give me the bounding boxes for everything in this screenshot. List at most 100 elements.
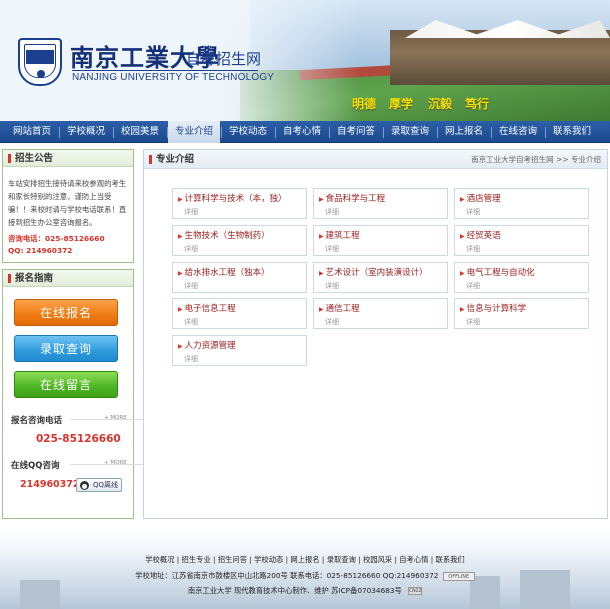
footer-links[interactable]: 学校概况 | 招生专业 | 招生问答 | 学校动态 | 网上报名 | 录取查询 … xyxy=(0,555,610,565)
arrow-right-icon: ▶ xyxy=(319,306,324,313)
breadcrumb[interactable]: 南京工业大学自考招生网 >> 专业介绍 xyxy=(471,150,601,169)
notice-phone: 咨询电话：025-85126660 xyxy=(8,234,105,243)
major-card[interactable]: ▶ 生物技术（生物制药） 详细 xyxy=(172,225,307,256)
major-card[interactable]: ▶ 给水排水工程（独本） 详细 xyxy=(172,262,307,293)
major-name[interactable]: 食品科学与工程 xyxy=(326,194,386,204)
arrow-right-icon: ▶ xyxy=(319,270,324,277)
motto-word-3: 沉毅 xyxy=(428,97,453,111)
red-marker xyxy=(8,154,11,163)
major-card[interactable]: ▶ 电子信息工程 详细 xyxy=(172,298,307,329)
arrow-right-icon: ▶ xyxy=(178,343,183,350)
cnzz-stat-badge[interactable]: CNZZ xyxy=(408,587,423,595)
major-card[interactable]: ▶ 人力资源管理 详细 xyxy=(172,335,307,366)
detail-link[interactable]: 详细 xyxy=(325,207,339,217)
arrow-right-icon: ▶ xyxy=(319,196,324,203)
major-card[interactable]: ▶ 艺术设计（室内装潢设计） 详细 xyxy=(313,262,448,293)
arrow-right-icon: ▶ xyxy=(178,233,183,240)
detail-link[interactable]: 详细 xyxy=(184,207,198,217)
main-panel-header: 专业介绍 南京工业大学自考招生网 >> 专业介绍 xyxy=(144,150,607,169)
qq-status-label: QQ离线 xyxy=(93,481,119,489)
notice-qq: QQ: 214960372 xyxy=(8,246,73,255)
detail-link[interactable]: 详细 xyxy=(184,354,198,364)
notice-title: 招生公告 xyxy=(15,153,54,164)
nav-online-consult[interactable]: 在线咨询 xyxy=(492,121,544,143)
red-marker xyxy=(149,155,152,164)
major-card[interactable]: ▶ 食品科学与工程 详细 xyxy=(313,188,448,219)
motto-word-4: 笃行 xyxy=(465,97,490,111)
nav-online-register[interactable]: 网上报名 xyxy=(438,121,490,143)
major-name[interactable]: 电子信息工程 xyxy=(185,304,236,314)
motto-word-1: 明德 xyxy=(352,97,377,111)
major-name[interactable]: 酒店管理 xyxy=(467,194,501,204)
nav-exam-mood[interactable]: 自考心情 xyxy=(276,121,328,143)
qq-offline-badge[interactable]: OFFLINE xyxy=(442,571,475,581)
qq-penguin-icon xyxy=(80,481,89,490)
nav-admission-query[interactable]: 录取查询 xyxy=(384,121,436,143)
major-name[interactable]: 生物技术（生物制药） xyxy=(185,231,270,241)
red-marker xyxy=(8,274,11,283)
logo-underline xyxy=(72,70,258,71)
phone-consult-label: 报名咨询电话 xyxy=(11,416,63,426)
major-card[interactable]: ▶ 电气工程与自动化 详细 xyxy=(454,262,589,293)
arrow-right-icon: ▶ xyxy=(460,306,465,313)
detail-link[interactable]: 详细 xyxy=(184,281,198,291)
online-message-button[interactable]: 在线留言 xyxy=(14,371,118,398)
detail-link[interactable]: 详细 xyxy=(466,207,480,217)
major-name[interactable]: 给水排水工程（独本） xyxy=(185,268,270,278)
footer-address-line: 学校地址：江苏省南京市鼓楼区中山北路200号 联系电话：025-85126660… xyxy=(0,571,610,581)
major-name[interactable]: 电气工程与自动化 xyxy=(467,268,535,278)
phone-consult-number: 025-85126660 xyxy=(36,433,121,445)
major-card[interactable]: ▶ 信息与计算科学 详细 xyxy=(454,298,589,329)
arrow-right-icon: ▶ xyxy=(460,270,465,277)
detail-link[interactable]: 详细 xyxy=(466,281,480,291)
nav-contact-us[interactable]: 联系我们 xyxy=(546,121,598,143)
qq-consult-number: 214960372 xyxy=(20,479,80,490)
major-name[interactable]: 信息与计算科学 xyxy=(467,304,527,314)
major-name[interactable]: 建筑工程 xyxy=(326,231,360,241)
detail-link[interactable]: 详细 xyxy=(184,317,198,327)
nav-campus-scenery[interactable]: 校园美景 xyxy=(114,121,166,143)
major-card[interactable]: ▶ 计算科学与技术（本，独） 详细 xyxy=(172,188,307,219)
motto-word-2: 厚学 xyxy=(389,97,414,111)
university-seal-logo[interactable] xyxy=(18,38,62,86)
nav-major-intro[interactable]: 专业介绍 xyxy=(168,121,220,143)
guide-title: 报名指南 xyxy=(15,273,54,284)
nav-school-overview[interactable]: 学校概况 xyxy=(60,121,112,143)
qq-consult-label: 在线QQ咨询 xyxy=(11,461,60,471)
university-name-en: NANJING UNIVERSITY OF TECHNOLOGY xyxy=(72,72,275,83)
nav-exam-qa[interactable]: 自考问答 xyxy=(330,121,382,143)
footer-copyright-line: 南京工业大学 现代教育技术中心制作、维护 苏ICP备07034683号 CNZZ xyxy=(0,586,610,596)
major-card[interactable]: ▶ 通信工程 详细 xyxy=(313,298,448,329)
nav-home[interactable]: 网站首页 xyxy=(6,121,58,143)
notice-panel-header: 招生公告 xyxy=(3,150,133,167)
detail-link[interactable]: 详细 xyxy=(466,317,480,327)
detail-link[interactable]: 详细 xyxy=(325,317,339,327)
arrow-right-icon: ▶ xyxy=(319,233,324,240)
major-name[interactable]: 人力资源管理 xyxy=(185,341,236,351)
major-intro-panel: 专业介绍 南京工业大学自考招生网 >> 专业介绍 ▶ 计算科学与技术（本，独） 详… xyxy=(143,149,608,519)
detail-link[interactable]: 详细 xyxy=(184,244,198,254)
major-card[interactable]: ▶ 经贸英语 详细 xyxy=(454,225,589,256)
major-name[interactable]: 通信工程 xyxy=(326,304,360,314)
detail-link[interactable]: 详细 xyxy=(325,281,339,291)
arrow-right-icon: ▶ xyxy=(178,196,183,203)
footer-address: 学校地址：江苏省南京市鼓楼区中山北路200号 联系电话：025-85126660… xyxy=(135,571,439,580)
detail-link[interactable]: 详细 xyxy=(325,244,339,254)
major-name[interactable]: 艺术设计（室内装潢设计） xyxy=(326,268,428,278)
admission-query-button[interactable]: 录取查询 xyxy=(14,335,118,362)
major-name[interactable]: 经贸英语 xyxy=(467,231,501,241)
arrow-right-icon: ▶ xyxy=(178,306,183,313)
detail-link[interactable]: 详细 xyxy=(466,244,480,254)
major-name[interactable]: 计算科学与技术（本，独） xyxy=(185,194,287,204)
nav-school-news[interactable]: 学校动态 xyxy=(222,121,274,143)
site-header: 南京工業大學 自考招生网 NANJING UNIVERSITY OF TECHN… xyxy=(0,0,610,121)
arrow-right-icon: ▶ xyxy=(178,270,183,277)
online-register-button[interactable]: 在线报名 xyxy=(14,299,118,326)
major-card[interactable]: ▶ 酒店管理 详细 xyxy=(454,188,589,219)
guide-panel-header: 报名指南 xyxy=(3,270,133,287)
arrow-right-icon: ▶ xyxy=(460,196,465,203)
major-card[interactable]: ▶ 建筑工程 详细 xyxy=(313,225,448,256)
qq-status-button[interactable]: QQ离线 xyxy=(76,478,122,492)
main-navigation: 网站首页 学校概况 校园美景 专业介绍 学校动态 自考心情 自考问答 录取查询 … xyxy=(0,121,610,143)
site-subtitle: 自考招生网 xyxy=(186,50,262,68)
